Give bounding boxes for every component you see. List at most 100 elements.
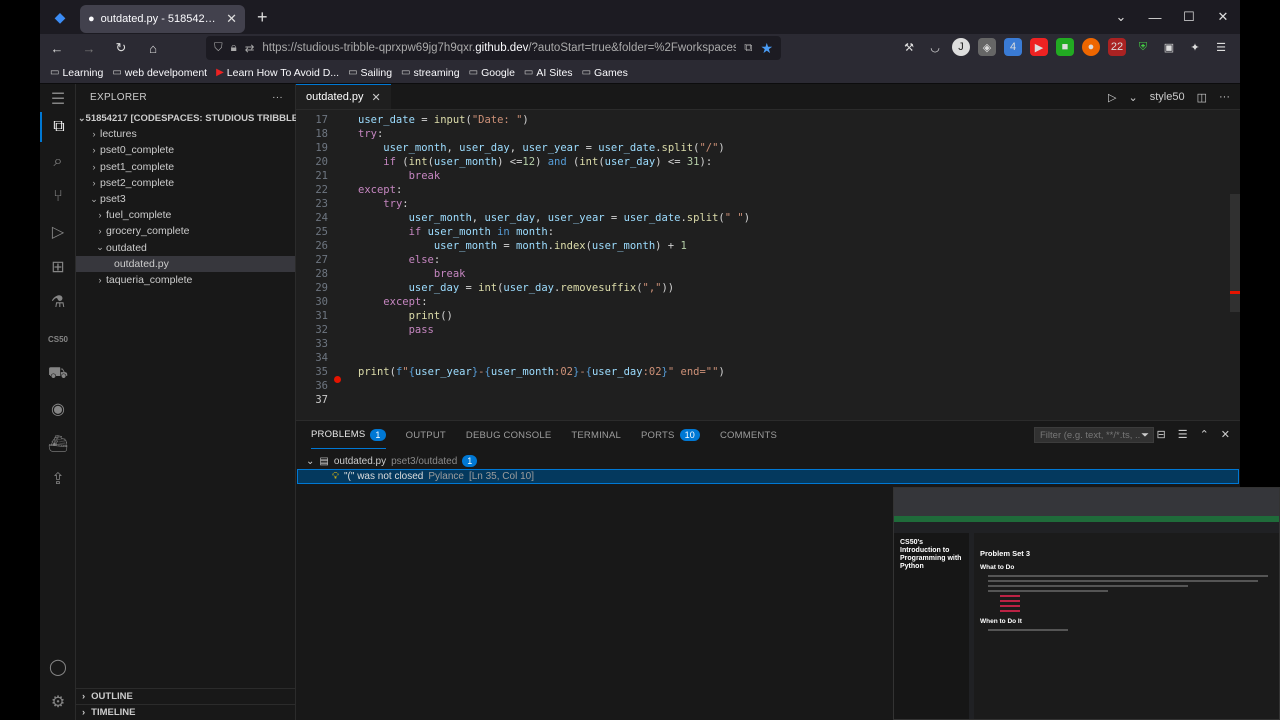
explorer-icon[interactable]: ⧉	[40, 112, 76, 142]
tree-folder-grocery[interactable]: › grocery_complete	[76, 223, 295, 239]
code-line: 21 break	[315, 170, 441, 182]
back-button[interactable]: ←	[48, 41, 66, 56]
code-line: 24 user_month, user_day, user_year = use…	[315, 212, 751, 224]
extension-icon[interactable]: 22	[1108, 38, 1126, 56]
navigation-toolbar: ← → ↻ ⌂ ⛉ 🔒︎ ⇄ https://studious-tribble-…	[40, 34, 1240, 62]
firefox-view-icon[interactable]: ◆	[40, 9, 80, 26]
extension-icon[interactable]: ●	[1082, 38, 1100, 56]
live-share-icon[interactable]: ⇪	[40, 464, 76, 494]
more-actions-icon[interactable]: ···	[1219, 91, 1230, 103]
lock-icon[interactable]: 🔒︎	[231, 42, 237, 55]
close-panel-icon[interactable]: ✕	[1221, 428, 1230, 441]
bookmark-folder[interactable]: ▭ Games	[582, 67, 628, 79]
browser-tab-active[interactable]: ● outdated.py - 51854217 [Codesp ✕	[80, 5, 245, 33]
folder-icon: ▭	[468, 67, 479, 78]
testing-icon[interactable]: ⚗	[40, 287, 76, 317]
url-bar[interactable]: ⛉ 🔒︎ ⇄ https://studious-tribble-qprxpw69…	[206, 36, 781, 60]
pocket-icon[interactable]: ◡	[926, 38, 944, 56]
tab-ports[interactable]: PORTS 10	[641, 421, 700, 449]
filter-icon[interactable]: ⏷	[1141, 430, 1149, 441]
menu-icon[interactable]: ☰	[1212, 38, 1230, 56]
github-icon[interactable]: ◉	[40, 394, 76, 424]
timeline-section[interactable]: › TIMELINE	[76, 704, 296, 720]
menu-icon[interactable]: ☰	[40, 84, 76, 114]
bookmark-folder[interactable]: ▭ AI Sites	[524, 67, 573, 79]
chevron-right-icon: ›	[82, 707, 86, 718]
lightbulb-icon[interactable]: 💡︎	[332, 471, 339, 482]
tree-folder-pset1[interactable]: › pset1_complete	[76, 159, 295, 175]
maximize-panel-icon[interactable]: ⌃	[1200, 428, 1209, 441]
new-tab-button[interactable]: +	[257, 7, 268, 28]
more-actions-icon[interactable]: ···	[272, 92, 283, 103]
forward-button[interactable]: →	[80, 41, 98, 56]
tree-folder-pset2[interactable]: › pset2_complete	[76, 175, 295, 191]
reload-button[interactable]: ↻	[112, 40, 130, 56]
editor-tab-outdated-py[interactable]: outdated.py ✕	[296, 84, 391, 109]
extension-icon[interactable]: J	[952, 38, 970, 56]
tree-file-outdated-py[interactable]: outdated.py	[76, 255, 295, 272]
wrench-icon[interactable]: ⚒	[900, 38, 918, 56]
docker-icon[interactable]: ⛟	[40, 359, 76, 389]
permissions-icon[interactable]: ⇄	[245, 41, 255, 55]
maximize-button[interactable]: ☐	[1172, 9, 1206, 25]
reader-icon[interactable]: ⧉	[744, 42, 752, 55]
close-tab-icon[interactable]: ✕	[226, 11, 237, 27]
tree-folder-pset3[interactable]: ⌄ pset3	[76, 191, 295, 207]
close-window-button[interactable]: ✕	[1206, 9, 1240, 25]
bookmark-link[interactable]: ▶ Learn How To Avoid D...	[216, 67, 339, 79]
tab-debug-console[interactable]: DEBUG CONSOLE	[466, 421, 551, 449]
extension-icon[interactable]: 4	[1004, 38, 1022, 56]
tree-folder-outdated[interactable]: ⌄ outdated	[76, 240, 295, 256]
extensions-puzzle-icon[interactable]: ✦	[1186, 38, 1204, 56]
outline-section[interactable]: › OUTLINE	[76, 688, 296, 704]
extension-icon[interactable]: ▣	[1160, 38, 1178, 56]
breakpoint-dot[interactable]	[334, 376, 341, 383]
tab-problems[interactable]: PROBLEMS 1	[311, 421, 386, 449]
code-line: 26 user_month = month.index(user_month) …	[315, 240, 687, 252]
chevron-down-icon[interactable]: ⌄	[1129, 91, 1138, 104]
problems-filter-input[interactable]: Filter (e.g. text, **/*.ts, ... ⏷	[1034, 427, 1154, 443]
extension-icon[interactable]: ■	[1056, 38, 1074, 56]
scrollbar[interactable]	[1230, 194, 1240, 312]
close-icon[interactable]: ✕	[372, 91, 381, 104]
extensions-icon[interactable]: ⊞	[40, 252, 76, 282]
bookmark-folder[interactable]: ▭ Learning	[50, 67, 103, 79]
bookmark-star-icon[interactable]: ★	[760, 40, 773, 57]
run-icon[interactable]: ▷	[1108, 91, 1116, 104]
tree-folder-pset0[interactable]: › pset0_complete	[76, 142, 295, 158]
run-debug-icon[interactable]: ▷	[40, 217, 76, 247]
settings-gear-icon[interactable]: ⚙	[40, 687, 76, 717]
tree-folder-fuel[interactable]: › fuel_complete	[76, 207, 295, 223]
home-button[interactable]: ⌂	[144, 41, 162, 56]
workspace-root[interactable]: ⌄ 51854217 [CODESPACES: STUDIOUS TRIBBLE]	[76, 110, 301, 126]
remote-icon[interactable]: ⛴	[40, 429, 76, 459]
view-as-tree-icon[interactable]: ☰	[1178, 428, 1188, 441]
tab-comments[interactable]: COMMENTS	[720, 421, 777, 449]
collapse-all-icon[interactable]: ⊟	[1156, 428, 1165, 441]
tracking-shield-icon[interactable]: ⛉	[214, 42, 223, 55]
extension-icon[interactable]: ◈	[978, 38, 996, 56]
bookmark-folder[interactable]: ▭ Sailing	[348, 67, 392, 79]
code-line: 33	[315, 338, 328, 350]
style50-button[interactable]: style50	[1150, 91, 1185, 103]
tree-folder-taqueria[interactable]: › taqueria_complete	[76, 272, 295, 288]
tab-output[interactable]: OUTPUT	[406, 421, 446, 449]
tab-terminal[interactable]: TERMINAL	[571, 421, 621, 449]
split-editor-icon[interactable]: ◫	[1197, 91, 1207, 104]
minimize-button[interactable]: —	[1138, 10, 1172, 25]
problem-file-row[interactable]: ⌄ ▤ outdated.py pset3/outdated 1	[296, 453, 1240, 469]
problem-item[interactable]: 💡︎ "(" was not closed Pylance [Ln 35, Co…	[297, 469, 1239, 484]
source-control-icon[interactable]: ⑂	[40, 182, 76, 212]
account-icon[interactable]: ◯	[40, 652, 76, 682]
bookmark-folder[interactable]: ▭ streaming	[401, 67, 460, 79]
bookmark-folder[interactable]: ▭ Google	[469, 67, 515, 79]
bookmark-folder[interactable]: ▭ web develpoment	[112, 67, 207, 79]
tab-list-icon[interactable]: ⌄	[1104, 9, 1138, 25]
tree-folder-lectures[interactable]: › lectures	[76, 126, 295, 142]
shield-icon[interactable]: ⛨	[1134, 38, 1152, 56]
youtube-icon[interactable]: ▶	[1030, 38, 1048, 56]
folder-icon: ▭	[348, 67, 358, 78]
cs50-icon[interactable]: CS50	[40, 324, 76, 354]
search-icon[interactable]: ⌕	[40, 147, 76, 177]
code-area[interactable]: 17 user_date = input("Date: ") 18 try: 19 …	[296, 113, 1240, 407]
